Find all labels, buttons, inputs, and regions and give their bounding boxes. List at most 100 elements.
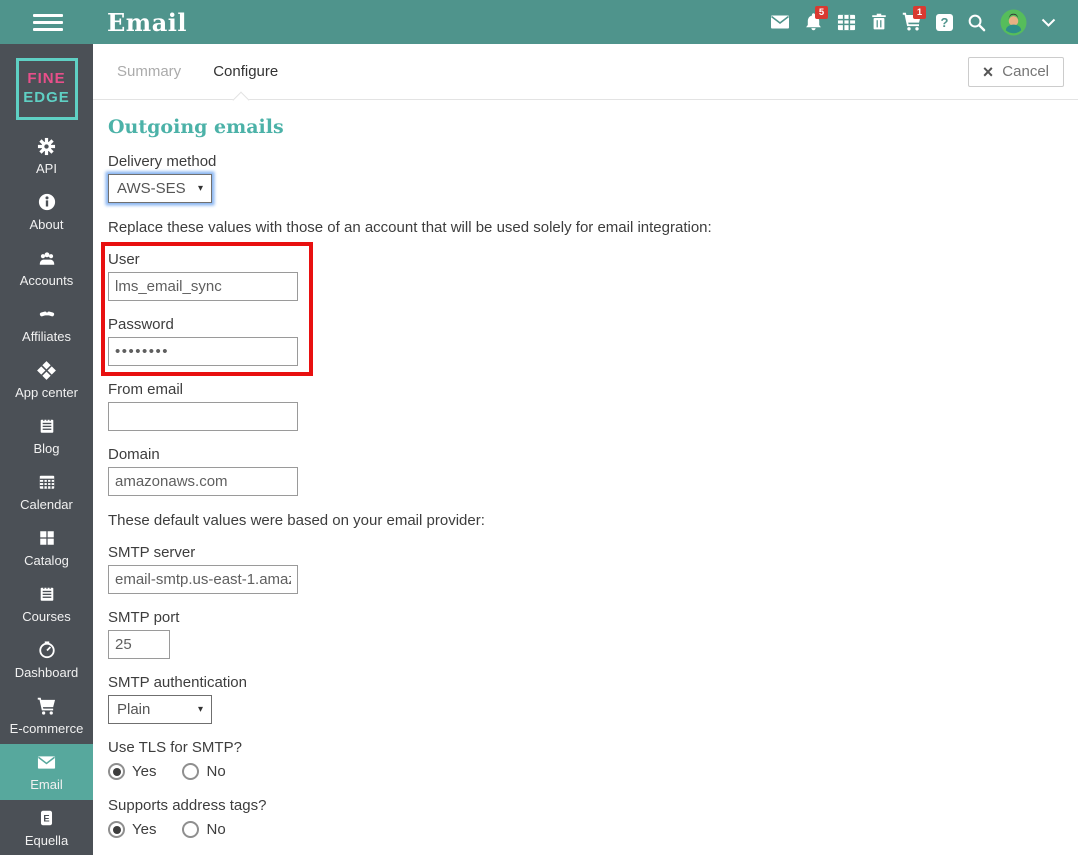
- smtp-port-label: SMTP port: [108, 609, 180, 626]
- domain-input[interactable]: [108, 467, 298, 496]
- sidebar-item-label: App center: [15, 384, 78, 400]
- info-icon: [38, 193, 56, 212]
- delivery-method-select[interactable]: AWS-SES ▾: [108, 174, 212, 203]
- search-icon[interactable]: [967, 13, 986, 32]
- sidebar-item-label: Blog: [33, 440, 60, 456]
- address-tags-radio-group: Supports address tags? Yes No: [108, 797, 1078, 838]
- tls-label: Use TLS for SMTP?: [108, 739, 242, 756]
- sidebar-item-catalog[interactable]: Catalog: [0, 520, 93, 576]
- notepad-icon: [38, 585, 56, 604]
- help-icon[interactable]: ?: [936, 13, 953, 31]
- cancel-label: Cancel: [1002, 63, 1049, 80]
- smtp-auth-value: Plain: [117, 701, 151, 718]
- sidebar-item-email[interactable]: Email: [0, 744, 93, 800]
- sidebar-item-accounts[interactable]: Accounts: [0, 240, 93, 296]
- calendar-icon: [38, 473, 56, 492]
- notification-badge: 5: [815, 6, 828, 19]
- credentials-group: User Password: [101, 242, 313, 376]
- hamburger-menu-icon[interactable]: [33, 10, 63, 35]
- radio-option-label: No: [206, 763, 226, 780]
- sidebar-item-app-center[interactable]: App center: [0, 352, 93, 408]
- smtp-server-label: SMTP server: [108, 544, 196, 561]
- sidebar-item-affiliates[interactable]: Affiliates: [0, 296, 93, 352]
- radio-unselected-icon: [182, 821, 200, 838]
- smtp-auth-label: SMTP authentication: [108, 674, 247, 691]
- smtp-auth-field-block: SMTP authentication Plain ▾: [108, 674, 1078, 724]
- radio-option-label: Yes: [132, 763, 157, 780]
- sidebar-item-label: API: [36, 160, 57, 176]
- sidebar-item-about[interactable]: About: [0, 184, 93, 240]
- notifications-icon[interactable]: 5: [804, 6, 828, 32]
- user-field-block: User: [108, 251, 298, 301]
- address-tags-yes-radio[interactable]: Yes: [108, 821, 156, 838]
- cart-icon: [37, 697, 56, 716]
- sidebar-item-equella[interactable]: E Equella: [0, 800, 93, 855]
- close-icon: ×: [982, 61, 994, 82]
- tab-summary[interactable]: Summary: [117, 63, 181, 80]
- user-avatar[interactable]: [1000, 9, 1027, 36]
- sidebar-item-ecommerce[interactable]: E-commerce: [0, 688, 93, 744]
- sidebar-item-blog[interactable]: Blog: [0, 408, 93, 464]
- trash-icon[interactable]: [870, 12, 888, 32]
- sidebar-item-label: About: [29, 216, 64, 232]
- gauge-icon: [38, 641, 56, 660]
- radio-option-label: No: [206, 821, 226, 838]
- replace-note: Replace these values with those of an ac…: [108, 219, 712, 236]
- sidebar-item-dashboard[interactable]: Dashboard: [0, 632, 93, 688]
- cart-badge: 1: [913, 6, 926, 19]
- tables-icon[interactable]: [837, 13, 856, 32]
- tls-no-radio[interactable]: No: [182, 763, 226, 780]
- gear-icon: [37, 137, 56, 156]
- from-email-input[interactable]: [108, 402, 298, 431]
- people-icon: [37, 249, 57, 268]
- configure-form: Outgoing emails Delivery method AWS-SES …: [93, 100, 1078, 838]
- mail-icon[interactable]: [770, 12, 790, 32]
- sidebar-item-label: Catalog: [24, 552, 69, 568]
- app-header: Email 5 1 ?: [0, 0, 1078, 44]
- sidebar-item-label: Calendar: [20, 496, 73, 512]
- user-input[interactable]: [108, 272, 298, 301]
- tab-configure[interactable]: Configure: [213, 63, 278, 80]
- password-field-block: Password: [108, 316, 298, 366]
- tab-bar: Summary Configure × Cancel: [93, 44, 1078, 109]
- logo-text-edge: EDGE: [23, 89, 70, 106]
- domain-field-block: Domain: [108, 446, 1078, 496]
- radio-selected-icon: [108, 821, 125, 838]
- sidebar-nav: API About Accounts Affiliates App center…: [0, 128, 93, 855]
- diamonds-icon: [37, 360, 56, 380]
- equella-icon: E: [38, 809, 55, 828]
- sidebar-item-label: Email: [30, 776, 63, 792]
- from-email-label: From email: [108, 381, 184, 398]
- radio-selected-icon: [108, 763, 125, 780]
- defaults-note: These default values were based on your …: [108, 512, 485, 529]
- smtp-port-field-block: SMTP port: [108, 609, 1078, 659]
- sidebar-item-calendar[interactable]: Calendar: [0, 464, 93, 520]
- cart-icon[interactable]: 1: [902, 6, 926, 32]
- chevron-down-icon[interactable]: [1041, 17, 1056, 28]
- smtp-server-input[interactable]: [108, 565, 298, 594]
- cancel-button[interactable]: × Cancel: [967, 56, 1064, 87]
- mail-icon: [37, 753, 56, 772]
- address-tags-no-radio[interactable]: No: [182, 821, 226, 838]
- notepad-icon: [38, 417, 56, 436]
- smtp-server-field-block: SMTP server: [108, 544, 1078, 594]
- delivery-method-field: Delivery method AWS-SES ▾: [108, 153, 1078, 203]
- smtp-auth-select[interactable]: Plain ▾: [108, 695, 212, 724]
- password-input[interactable]: [108, 337, 298, 366]
- logo-text-fine: FINE: [27, 70, 66, 88]
- tls-yes-radio[interactable]: Yes: [108, 763, 156, 780]
- fineedge-logo[interactable]: FINE EDGE: [15, 58, 78, 120]
- tls-radio-group: Use TLS for SMTP? Yes No: [108, 739, 1078, 780]
- domain-label: Domain: [108, 446, 160, 463]
- smtp-port-input[interactable]: [108, 630, 170, 659]
- main-panel: Summary Configure × Cancel Outgoing emai…: [93, 44, 1078, 855]
- from-email-field-block: From email: [108, 381, 1078, 431]
- sidebar-item-courses[interactable]: Courses: [0, 576, 93, 632]
- radio-unselected-icon: [182, 763, 200, 780]
- select-arrow-icon: ▾: [197, 704, 203, 715]
- sidebar-item-label: Dashboard: [14, 664, 79, 680]
- sidebar-item-api[interactable]: API: [0, 128, 93, 184]
- sidebar-item-label: Equella: [24, 832, 69, 848]
- section-title: Outgoing emails: [108, 116, 284, 138]
- handshake-icon: [37, 305, 57, 324]
